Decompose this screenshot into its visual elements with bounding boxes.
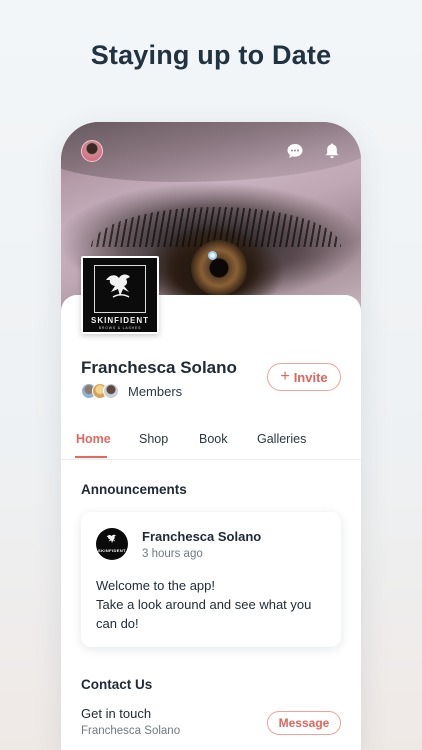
tab-bar: Home Shop Book Galleries: [61, 424, 361, 460]
contact-label: Get in touch: [81, 706, 152, 721]
avatar-brand-name: SKINFIDENT: [98, 548, 126, 553]
logo-mark-icon: [106, 274, 130, 298]
logo-mark-icon: [106, 534, 116, 544]
invite-button[interactable]: + Invite: [267, 363, 341, 391]
user-avatar[interactable]: [81, 140, 103, 162]
cover-iris: [191, 240, 247, 296]
post-timestamp: 3 hours ago: [142, 548, 203, 560]
members-row[interactable]: Members: [81, 381, 182, 401]
chat-bubble-icon[interactable]: [286, 142, 304, 160]
logo-tagline: BROWS & LASHES: [98, 326, 142, 330]
tab-galleries[interactable]: Galleries: [257, 432, 306, 446]
active-tab-indicator: [75, 456, 107, 458]
contact-title: Contact Us: [81, 677, 153, 692]
invite-label: Invite: [293, 369, 328, 385]
post-body: Welcome to the app! Take a look around a…: [96, 576, 331, 633]
tab-shop[interactable]: Shop: [139, 432, 168, 446]
post-line: Take a look around and see what you can …: [96, 597, 312, 631]
members-label: Members: [128, 383, 183, 399]
announcement-card[interactable]: SKINFIDENT Franchesca Solano 3 hours ago…: [81, 512, 341, 647]
message-button[interactable]: Message: [267, 711, 341, 735]
brand-logo: SKINFIDENT BROWS & LASHES: [81, 256, 159, 334]
post-author: Franchesca Solano: [142, 529, 262, 544]
bell-icon[interactable]: [323, 142, 341, 160]
tab-book[interactable]: Book: [199, 432, 228, 446]
profile-name: Franchesca Solano: [81, 358, 237, 377]
member-avatar: [103, 383, 119, 399]
announcements-title: Announcements: [81, 482, 187, 497]
post-author-avatar: SKINFIDENT: [96, 528, 128, 560]
cover-brow: [61, 122, 361, 182]
cover-glint: [208, 251, 217, 260]
logo-brand-name: SKINFIDENT: [91, 316, 149, 325]
page-headline: Staying up to Date: [90, 40, 332, 70]
phone-frame: SKINFIDENT BROWS & LASHES Franchesca Sol…: [61, 122, 361, 750]
post-line: Welcome to the app!: [96, 578, 215, 593]
plus-icon: +: [280, 368, 290, 385]
tab-home[interactable]: Home: [76, 432, 111, 446]
contact-name: Franchesca Solano: [81, 725, 181, 737]
